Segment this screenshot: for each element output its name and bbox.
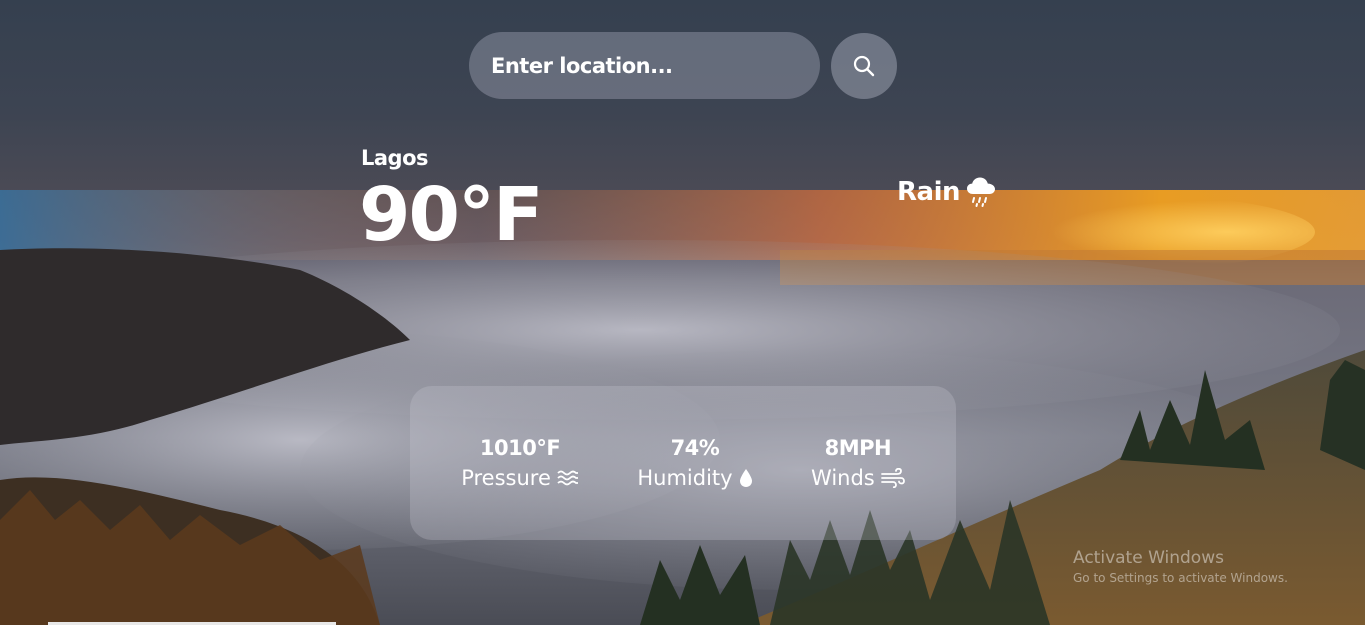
wind-stat: 8MPH Winds	[811, 436, 905, 490]
pressure-value: 1010°F	[479, 436, 561, 460]
wind-label-row: Winds	[811, 466, 905, 490]
wind-icon	[880, 468, 905, 488]
humidity-stat: 74% Humidity	[637, 436, 752, 490]
pressure-stat: 1010°F Pressure	[461, 436, 579, 490]
temperature: 90°F	[359, 172, 544, 258]
wind-value: 8MPH	[824, 436, 892, 460]
weather-details-panel: 1010°F Pressure 74% Humidity 8MPH Winds	[410, 386, 956, 540]
windows-activation-watermark: Activate Windows Go to Settings to activ…	[1073, 548, 1288, 585]
humidity-value: 74%	[670, 436, 720, 460]
wind-label: Winds	[811, 466, 875, 490]
search-input[interactable]	[469, 32, 820, 99]
humidity-label-row: Humidity	[637, 466, 752, 490]
droplet-icon	[739, 469, 752, 487]
watermark-title: Activate Windows	[1073, 548, 1224, 568]
water-waves-icon	[557, 470, 578, 486]
pressure-label: Pressure	[461, 466, 551, 490]
humidity-label: Humidity	[637, 466, 733, 490]
search-button[interactable]	[831, 33, 897, 99]
city-name: Lagos	[361, 146, 429, 170]
search-icon	[853, 55, 875, 77]
condition-label: Rain	[897, 177, 961, 207]
watermark-subtitle: Go to Settings to activate Windows.	[1073, 571, 1288, 585]
cloud-rain-icon	[967, 177, 995, 207]
weather-condition: Rain	[897, 176, 996, 208]
pressure-label-row: Pressure	[461, 466, 579, 490]
